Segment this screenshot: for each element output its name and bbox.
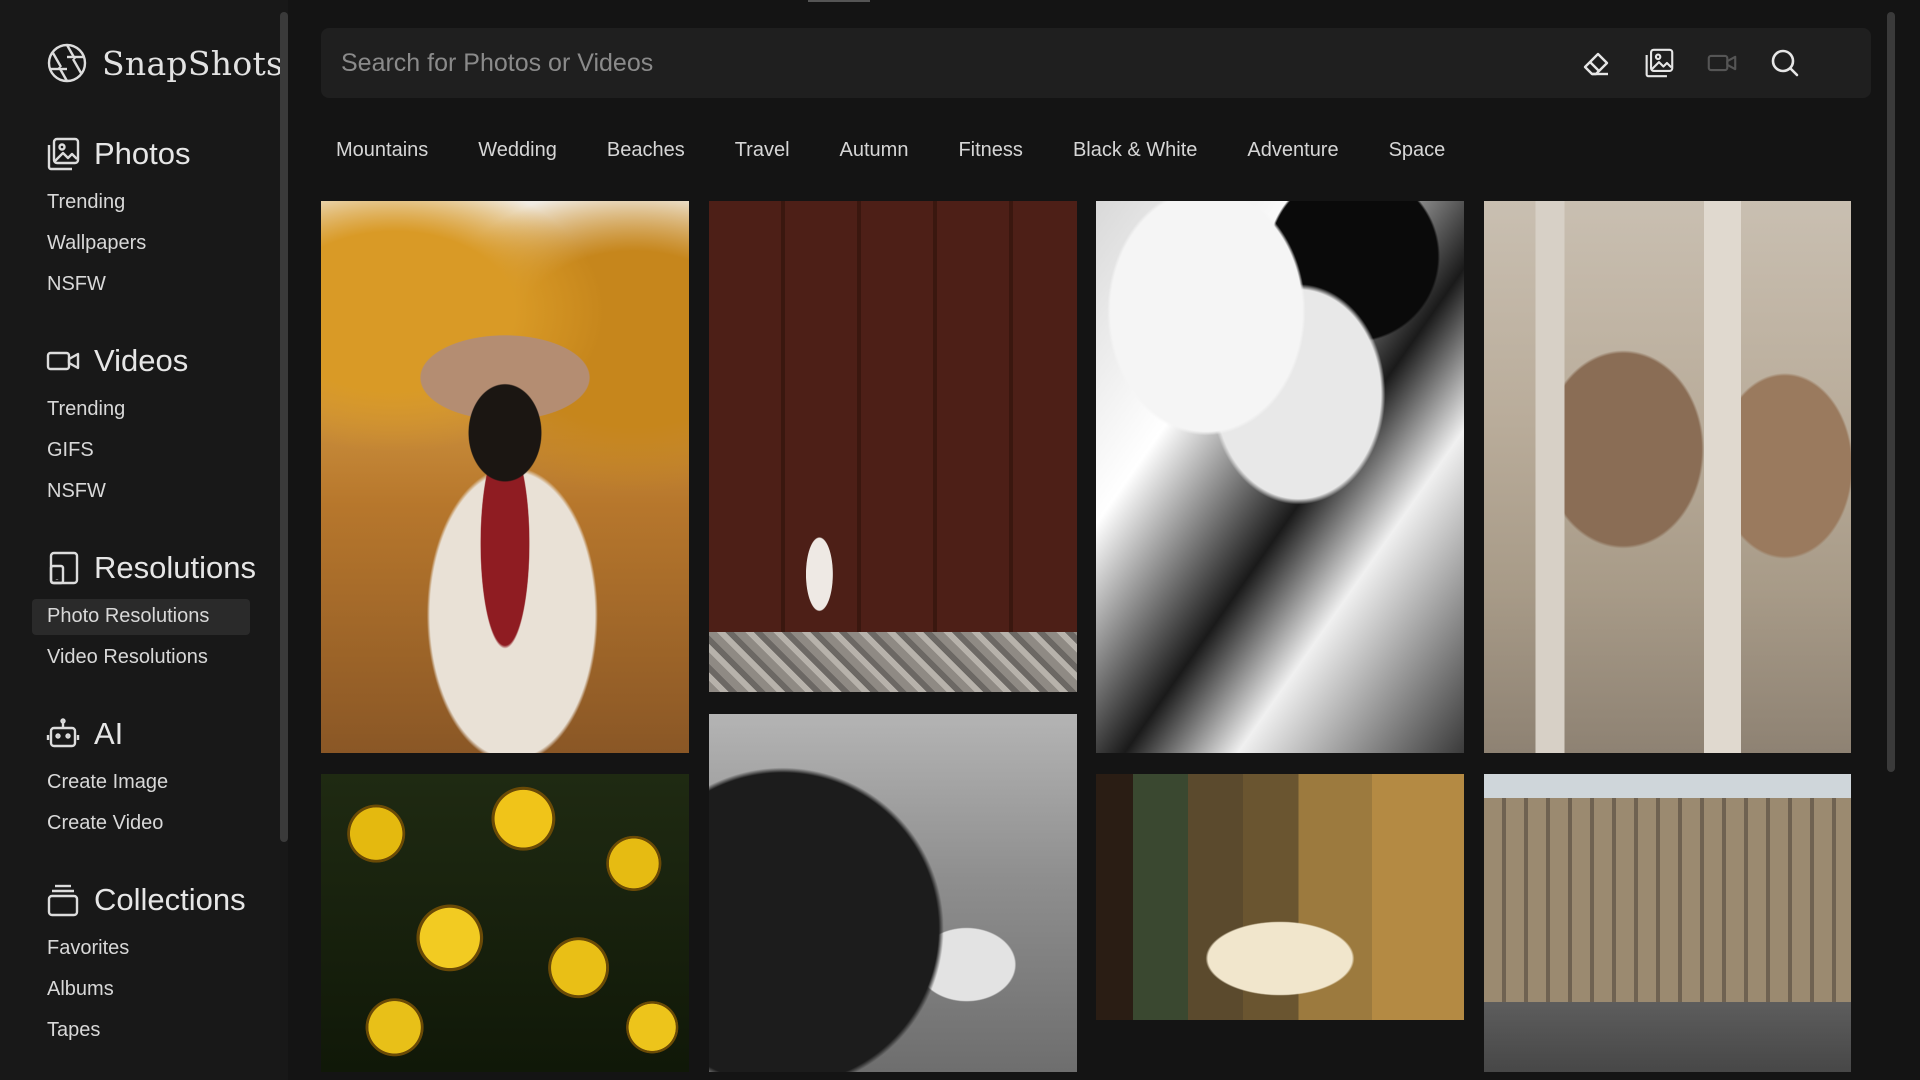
search-input[interactable] — [341, 42, 1341, 84]
sidebar-item-favorites[interactable]: Favorites — [46, 928, 246, 969]
city-street-photo[interactable] — [1484, 774, 1851, 1072]
black-white-portrait-photo[interactable] — [1096, 201, 1464, 753]
search-bar — [321, 28, 1871, 98]
section-header-photos[interactable]: Photos — [46, 134, 191, 174]
main-scrollbar[interactable] — [1887, 12, 1895, 772]
video-search-icon — [1707, 54, 1737, 72]
video-search-button[interactable] — [1704, 45, 1740, 81]
section-title-ai: AI — [94, 716, 124, 751]
photos-icon — [46, 137, 80, 171]
eraser-icon — [1583, 52, 1609, 76]
sidebar-item-create-video[interactable]: Create Video — [46, 803, 168, 844]
sidebar-item-videos-nsfw[interactable]: NSFW — [46, 471, 188, 512]
category-adventure[interactable]: Adventure — [1247, 136, 1338, 164]
section-photos: Photos Trending Wallpapers NSFW — [46, 134, 191, 305]
autumn-portrait-photo[interactable] — [321, 201, 689, 753]
section-header-resolutions[interactable]: Resolutions — [46, 548, 256, 588]
aperture-icon — [46, 42, 88, 84]
category-black-and-white[interactable]: Black & White — [1073, 136, 1197, 164]
sidebar-item-videos-trending[interactable]: Trending — [46, 389, 188, 430]
yellow-flowers-photo[interactable] — [321, 774, 689, 1072]
category-travel[interactable]: Travel — [735, 136, 790, 164]
category-chips: Mountains Wedding Beaches Travel Autumn … — [336, 136, 1495, 164]
search-icon — [1771, 49, 1799, 77]
search-button[interactable] — [1767, 45, 1803, 81]
section-title-videos: Videos — [94, 343, 189, 378]
sidebar-item-photos-wallpapers[interactable]: Wallpapers — [46, 223, 191, 264]
section-header-collections[interactable]: Collections — [46, 880, 246, 920]
sidebar-item-photo-resolutions[interactable]: Photo Resolutions — [32, 596, 256, 637]
category-autumn[interactable]: Autumn — [840, 136, 909, 164]
section-videos: Videos Trending GIFS NSFW — [46, 341, 188, 512]
top-drag-handle[interactable] — [808, 0, 870, 2]
sidebar-scrollbar[interactable] — [280, 12, 288, 842]
sidebar-item-photos-trending[interactable]: Trending — [46, 182, 191, 223]
section-title-photos: Photos — [94, 136, 191, 171]
category-fitness[interactable]: Fitness — [958, 136, 1022, 164]
eraser-button[interactable] — [1578, 45, 1614, 81]
section-header-ai[interactable]: AI — [46, 714, 168, 754]
section-title-resolutions: Resolutions — [94, 550, 256, 585]
stone-arch-photo[interactable] — [1484, 201, 1851, 753]
section-ai: AI Create Image Create Video — [46, 714, 168, 844]
sidebar-item-tapes[interactable]: Tapes — [46, 1010, 246, 1051]
sidebar: SnapShots Photos Trending Wallpapers NSF… — [0, 0, 288, 1080]
horse-photo[interactable] — [709, 714, 1077, 1072]
section-collections: Collections Favorites Albums Tapes — [46, 880, 246, 1051]
rust-wall-photo[interactable] — [709, 201, 1077, 692]
app-logo[interactable]: SnapShots — [46, 42, 283, 84]
category-beaches[interactable]: Beaches — [607, 136, 685, 164]
section-resolutions: Resolutions Photo Resolutions Video Reso… — [32, 548, 256, 678]
main-content: Mountains Wedding Beaches Travel Autumn … — [288, 0, 1920, 1080]
vintage-room-photo[interactable] — [1096, 774, 1464, 1020]
robot-icon — [46, 717, 80, 751]
image-search-button[interactable] — [1641, 45, 1677, 81]
video-camera-icon — [46, 344, 80, 378]
sidebar-item-albums[interactable]: Albums — [46, 969, 246, 1010]
app-name: SnapShots — [102, 43, 284, 83]
image-search-icon — [1645, 48, 1674, 78]
sidebar-item-videos-gifs[interactable]: GIFS — [46, 430, 188, 471]
sidebar-item-create-image[interactable]: Create Image — [46, 762, 168, 803]
section-title-collections: Collections — [94, 882, 246, 917]
category-mountains[interactable]: Mountains — [336, 136, 428, 164]
section-header-videos[interactable]: Videos — [46, 341, 188, 381]
sidebar-item-photos-nsfw[interactable]: NSFW — [46, 264, 191, 305]
device-resolution-icon — [46, 551, 80, 585]
category-wedding[interactable]: Wedding — [478, 136, 557, 164]
category-space[interactable]: Space — [1389, 136, 1446, 164]
collections-icon — [46, 883, 80, 917]
sidebar-item-video-resolutions[interactable]: Video Resolutions — [46, 637, 256, 678]
